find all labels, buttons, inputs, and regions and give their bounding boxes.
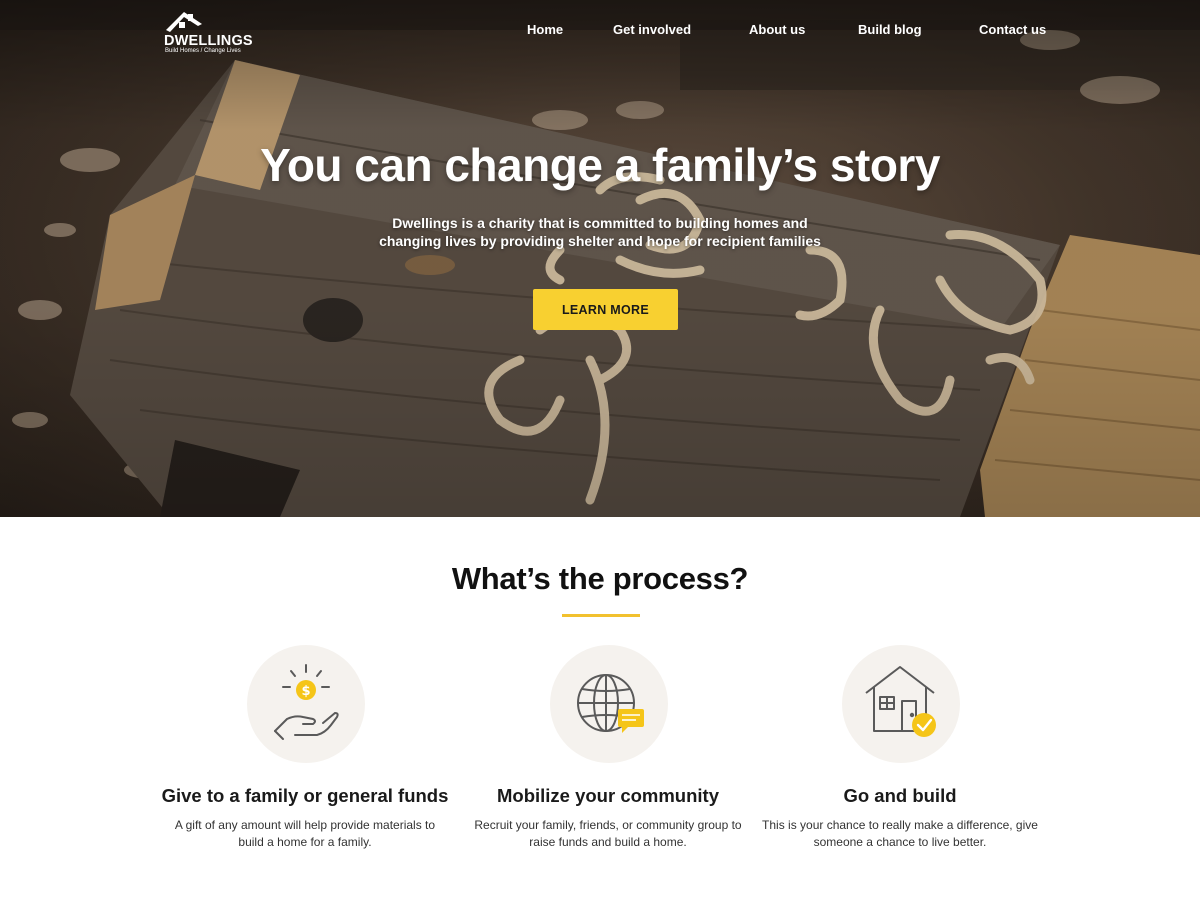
- nav-item-home[interactable]: Home: [527, 22, 563, 37]
- step-title: Mobilize your community: [496, 785, 720, 806]
- hero-overlay: [0, 0, 1200, 517]
- icon-circle: [550, 645, 668, 763]
- title-underline: [562, 614, 640, 617]
- nav-item-get-involved[interactable]: Get involved: [613, 22, 691, 37]
- main-nav: Home Get involved About us Build blog Co…: [0, 22, 1200, 42]
- hero-section: DWELLINGS Build Homes / Change Lives Hom…: [0, 0, 1200, 517]
- icon-circle: $: [247, 645, 365, 763]
- hand-with-coin-icon: $: [274, 664, 339, 740]
- process-step-mobilize: Mobilize your community Recruit your fam…: [458, 645, 758, 865]
- learn-more-button[interactable]: LEARN MORE: [533, 289, 678, 330]
- house-with-check-icon: [865, 666, 936, 737]
- svg-text:$: $: [301, 684, 310, 699]
- process-step-build: Go and build This is your chance to real…: [750, 645, 1050, 865]
- hero-title: You can change a family’s story: [260, 139, 940, 191]
- step-description: Recruit your family, friends, or communi…: [474, 818, 742, 849]
- hero-subtitle: Dwellings is a charity that is committed…: [379, 215, 821, 249]
- step-title: Give to a family or general funds: [161, 785, 449, 806]
- brand-tagline: Build Homes / Change Lives: [165, 48, 241, 54]
- globe-with-chat-icon: [577, 674, 644, 733]
- step-title: Go and build: [843, 785, 957, 806]
- nav-item-about-us[interactable]: About us: [749, 22, 805, 37]
- step-description: A gift of any amount will help provide m…: [174, 818, 436, 849]
- process-title: What’s the process?: [451, 561, 749, 596]
- nav-item-contact-us[interactable]: Contact us: [979, 22, 1046, 37]
- icon-circle: [842, 645, 960, 763]
- nav-item-build-blog[interactable]: Build blog: [858, 22, 922, 37]
- process-step-give: $ Give to a family or general funds A gi…: [155, 645, 455, 865]
- step-description: This is your chance to really make a dif…: [762, 818, 1038, 849]
